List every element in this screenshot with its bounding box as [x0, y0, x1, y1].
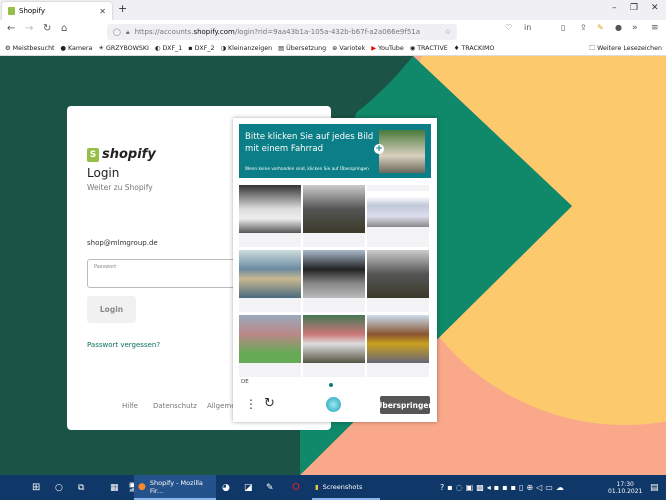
captcha-image-car [239, 185, 301, 233]
bookmark-item[interactable]: ▪ DXF_2 [188, 45, 214, 52]
overflow-icon[interactable]: » [632, 23, 638, 33]
restore-icon[interactable]: ❐ [630, 3, 638, 13]
folder-icon: ▮ [315, 482, 319, 491]
bookmark-item[interactable]: ⊕ Variotek [332, 45, 365, 52]
captcha-hint: Wenn keine vorhanden sind, klicken Sie a… [245, 167, 369, 172]
skip-button[interactable]: Überspringen [376, 396, 434, 414]
url-bar[interactable]: ◯ 🔒︎ https://accounts.shopify.com/login?… [107, 24, 457, 40]
captcha-image-tile[interactable] [239, 315, 301, 377]
shield-icon: ◯ [113, 28, 121, 36]
notifications-icon[interactable]: ▤ [650, 475, 659, 500]
taskbar-screenshots[interactable]: ▮ Screenshots [312, 475, 380, 500]
close-window-icon[interactable]: ✕ [651, 3, 659, 13]
captcha-image-tile[interactable] [303, 315, 365, 377]
captcha-image-cyclists [303, 185, 365, 233]
task-view-icon[interactable]: ⧉ [78, 475, 84, 500]
password-label: Passwort [94, 264, 117, 270]
other-bookmarks[interactable]: 🗀︎ Weitere Lesezeichen [589, 43, 662, 54]
home-icon[interactable]: ⌂ [61, 23, 67, 34]
new-tab-button[interactable]: + [118, 2, 127, 15]
firefox-icon: ● [138, 481, 146, 492]
captcha-image-tile[interactable] [367, 185, 429, 247]
minimize-icon[interactable]: – [612, 3, 617, 13]
captcha-image-cyclists [367, 250, 429, 298]
sidebar-icon[interactable]: ▯ [561, 23, 565, 32]
captcha-image-house [239, 315, 301, 363]
captcha-image-tile[interactable] [303, 185, 365, 247]
refresh-icon[interactable]: ↻ [264, 396, 275, 411]
captcha-challenge: Bitte klicken Sie auf jedes Bild mit ein… [233, 118, 437, 422]
linkedin-icon[interactable]: in [524, 23, 531, 32]
bookmark-item[interactable]: ◉ TRACTIVE [410, 45, 448, 52]
bookmark-star-icon[interactable]: ☆ [445, 28, 451, 36]
captcha-image-bicycle [303, 250, 365, 298]
bookmark-item[interactable]: ▤ Übersetzung [278, 45, 326, 52]
page-indicator [329, 383, 333, 387]
forward-icon[interactable]: → [25, 23, 33, 34]
captcha-image-tile[interactable] [239, 250, 301, 312]
hcaptcha-logo-icon [326, 397, 341, 412]
bookmark-item[interactable]: ◑ Kleinanzeigen [221, 45, 273, 52]
lock-icon: 🔒︎ [125, 27, 130, 36]
bookmark-item[interactable]: ▶ YouTube [371, 45, 403, 52]
bookmarks-bar: ⚙ Meistbesucht ● Kamera ☀ GRZYBOWSKI ◐ D… [0, 42, 666, 56]
page-subtitle: Weiter zu Shopify [87, 183, 153, 192]
captcha-image-kayak [239, 250, 301, 298]
tab-title: Shopify [19, 7, 46, 15]
shopify-bag-icon: S [87, 147, 99, 162]
captcha-image-tile[interactable] [367, 315, 429, 377]
menu-dots-icon[interactable]: ⋮ [245, 397, 257, 411]
shopify-favicon-icon [8, 7, 15, 15]
tab-shopify[interactable]: Shopify ✕ [2, 2, 112, 20]
url-text: https://accounts.shopify.com/login?rid=9… [134, 28, 421, 36]
app-icon[interactable]: ◪ [244, 475, 253, 500]
search-icon[interactable]: ○ [55, 475, 63, 500]
captcha-image-cyclist [303, 315, 365, 363]
calculator-icon[interactable]: ▦ [110, 475, 119, 500]
bookmark-item[interactable]: ● Kamera [61, 45, 93, 52]
page-title: Login [87, 166, 120, 180]
shield-icon[interactable]: ● [615, 23, 622, 32]
captcha-image-tile[interactable] [367, 250, 429, 312]
captcha-image-tile[interactable] [239, 185, 301, 247]
extension-icon[interactable]: ⇪ [580, 23, 587, 32]
app-icon[interactable]: ◕ [222, 475, 230, 500]
captcha-image-airplane [367, 191, 429, 227]
taskbar-firefox[interactable]: ● Shopify - Mozilla Fir... [134, 475, 216, 500]
shopify-logo: S shopify [87, 147, 156, 162]
close-tab-icon[interactable]: ✕ [99, 7, 106, 16]
email-display: shop@mlmgroup.de [87, 239, 158, 247]
tab-bar: Shopify ✕ + – ❐ ✕ [0, 0, 666, 20]
captcha-prompt: Bitte klicken Sie auf jedes Bild mit ein… [245, 132, 374, 154]
app-icon[interactable]: ✎ [266, 475, 274, 500]
menu-icon[interactable]: ≡ [651, 23, 659, 33]
system-tray-icons[interactable]: ?▪◌▣▩◂▪▪▪▯⊕◁▭☁ [440, 475, 567, 500]
language-selector[interactable]: DE [241, 379, 249, 385]
example-image [379, 130, 425, 173]
back-icon[interactable]: ← [7, 23, 15, 34]
pocket-icon[interactable]: ♡ [505, 23, 512, 32]
taskbar: ⊞ ○ ⧉ ▦ 🖥︎ ●Shopify - Mozilla Fir... ◕ ◪… [0, 475, 666, 500]
privacy-link[interactable]: Datenschutz [153, 402, 197, 410]
captcha-image-man-bus [367, 315, 429, 363]
forgot-password-link[interactable]: Passwort vergessen? [87, 341, 160, 349]
captcha-header: Bitte klicken Sie auf jedes Bild mit ein… [239, 124, 431, 178]
reload-icon[interactable]: ↻ [43, 23, 51, 34]
bookmark-item[interactable]: ◐ DXF_1 [155, 45, 182, 52]
start-icon[interactable]: ⊞ [32, 475, 40, 500]
help-link[interactable]: Hilfe [122, 402, 138, 410]
opera-icon[interactable]: O [292, 475, 300, 500]
bookmark-item[interactable]: ⚙ Meistbesucht [5, 45, 55, 52]
captcha-image-tile[interactable] [303, 250, 365, 312]
extension-icon[interactable]: ✎ [597, 23, 604, 32]
clock[interactable]: 17:30 01.10.2021 [608, 475, 642, 500]
login-button[interactable]: Login [87, 296, 136, 323]
bookmark-item[interactable]: ♦ TRACKIMO [454, 45, 495, 52]
plus-icon[interactable]: + [374, 144, 384, 154]
bookmark-item[interactable]: ☀ GRZYBOWSKI [98, 45, 148, 52]
